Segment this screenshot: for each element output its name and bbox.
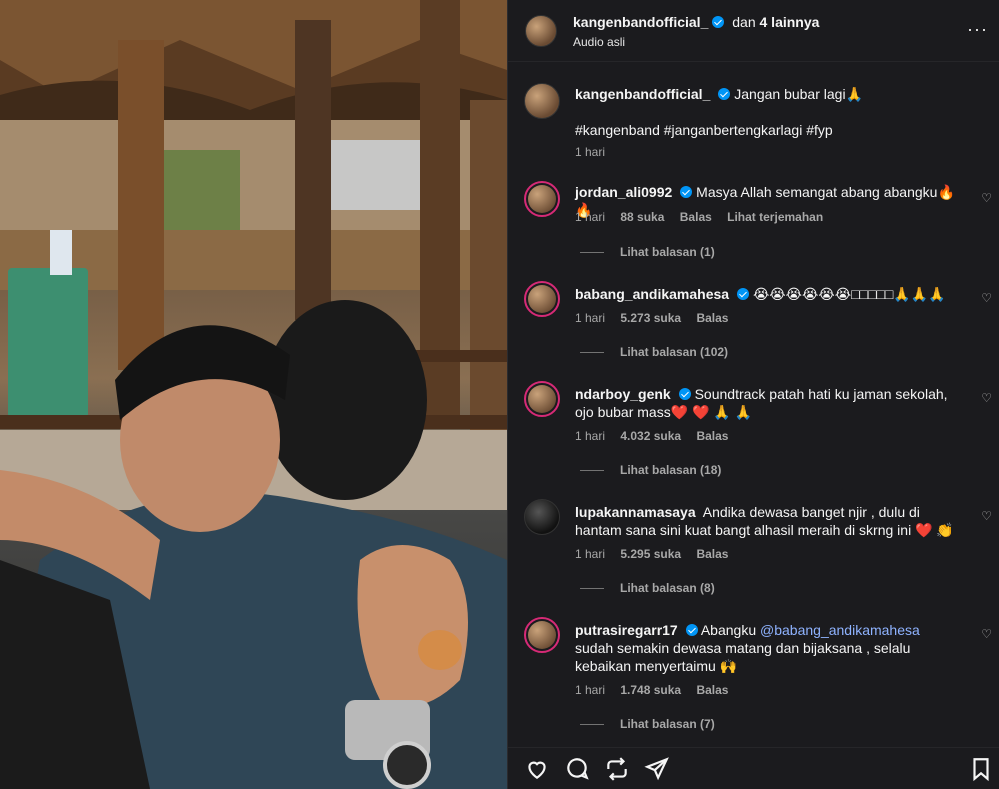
comment-time: 1 hari [575, 547, 606, 561]
commenter-avatar[interactable] [524, 617, 560, 653]
comment-meta: 1 hari 5.295 suka Balas [575, 547, 740, 561]
verified-badge-icon [680, 186, 693, 198]
reply-button[interactable]: Balas [696, 311, 728, 325]
comment-text-line: ndarboy_genk Soundtrack patah hati ku ja… [575, 385, 960, 421]
verified-badge-icon [737, 288, 750, 300]
coauthors-prefix: dan [732, 14, 756, 30]
comment-heart-icon[interactable]: ♡ [981, 509, 992, 523]
caption-time: 1 hari [575, 145, 606, 159]
verified-badge-icon [718, 88, 731, 100]
commenter-avatar[interactable] [524, 281, 560, 317]
comment-likes[interactable]: 5.295 suka [620, 547, 681, 561]
view-replies-button[interactable]: Lihat balasan (8) [580, 581, 715, 595]
comment-meta: 1 hari 4.032 suka Balas [575, 429, 740, 443]
comment-likes[interactable]: 1.748 suka [620, 683, 681, 697]
bookmark-icon[interactable] [968, 756, 994, 782]
comment-username[interactable]: babang_andikamahesa [575, 286, 729, 302]
view-replies-label: Lihat balasan (8) [620, 581, 715, 595]
author-avatar[interactable] [524, 83, 560, 119]
post-photo [0, 0, 507, 789]
caption-text-line: kangenbandofficial_ Jangan bubar lagi🙏 [575, 85, 960, 103]
caption-username[interactable]: kangenbandofficial_ [575, 86, 710, 102]
comment-heart-icon[interactable]: ♡ [981, 191, 992, 205]
comment-text: 😭😭😭😭😭😭□□□□□🙏🙏🙏 [752, 286, 946, 302]
verified-badge-icon [685, 624, 698, 636]
comment-time: 1 hari [575, 429, 606, 443]
reply-button[interactable]: Balas [696, 547, 728, 561]
comment-text-line: putrasiregarr17 Abangku @babang_andikama… [575, 621, 960, 675]
comment-text-line: babang_andikamahesa 😭😭😭😭😭😭□□□□□🙏🙏🙏 [575, 285, 960, 303]
post-actions-bar [508, 747, 999, 789]
comment-username[interactable]: jordan_ali0992 [575, 184, 672, 200]
comment-username[interactable]: lupakannamasaya [575, 504, 696, 520]
comment-username[interactable]: ndarboy_genk [575, 386, 671, 402]
post-media[interactable] [0, 0, 507, 789]
coauthors-more-link[interactable]: 4 lainnya [760, 14, 820, 30]
replies-divider [580, 724, 604, 726]
caption-hashtags[interactable]: #kangenband #janganbertengkarlagi #fyp [575, 121, 960, 139]
view-replies-label: Lihat balasan (7) [620, 717, 715, 731]
view-replies-button[interactable]: Lihat balasan (1) [580, 245, 715, 259]
view-replies-button[interactable]: Lihat balasan (102) [580, 345, 728, 359]
reply-button[interactable]: Balas [696, 683, 728, 697]
comment-text-before: Abangku [700, 622, 757, 638]
replies-divider [580, 470, 604, 472]
comment-meta: 1 hari 88 suka Balas Lihat terjemahan [575, 210, 835, 224]
author-username[interactable]: kangenbandofficial_ [573, 14, 708, 30]
caption-meta: 1 hari [575, 145, 617, 159]
view-replies-label: Lihat balasan (1) [620, 245, 715, 259]
caption-text: Jangan bubar lagi🙏 [734, 86, 863, 102]
comment-icon[interactable] [564, 756, 590, 782]
comment-meta: 1 hari 1.748 suka Balas [575, 683, 740, 697]
view-replies-label: Lihat balasan (18) [620, 463, 722, 477]
comment-mention-link[interactable]: @babang_andikamahesa [760, 622, 920, 638]
commenter-avatar[interactable] [524, 381, 560, 417]
translate-button[interactable]: Lihat terjemahan [727, 210, 823, 224]
more-horizontal-icon[interactable]: ··· [967, 20, 988, 38]
commenter-avatar[interactable] [524, 499, 560, 535]
replies-divider [580, 352, 604, 354]
comment-time: 1 hari [575, 210, 606, 224]
comment-time: 1 hari [575, 683, 606, 697]
repost-icon[interactable] [604, 756, 630, 782]
view-replies-label: Lihat balasan (102) [620, 345, 729, 359]
comment-heart-icon[interactable]: ♡ [981, 291, 992, 305]
view-replies-button[interactable]: Lihat balasan (18) [580, 463, 721, 477]
audio-label[interactable]: Audio asli [573, 35, 625, 49]
comment-likes[interactable]: 5.273 suka [620, 311, 681, 325]
reply-button[interactable]: Balas [680, 210, 712, 224]
comment-likes[interactable]: 4.032 suka [620, 429, 681, 443]
author-avatar[interactable] [525, 15, 557, 47]
commenter-avatar[interactable] [524, 181, 560, 217]
author-line: kangenbandofficial_ dan 4 lainnya [573, 14, 819, 30]
reply-button[interactable]: Balas [696, 429, 728, 443]
comment-heart-icon[interactable]: ♡ [981, 391, 992, 405]
post-header: kangenbandofficial_ dan 4 lainnya Audio … [508, 0, 999, 62]
send-icon[interactable] [644, 756, 670, 782]
comment-heart-icon[interactable]: ♡ [981, 627, 992, 641]
verified-badge-icon [712, 16, 725, 28]
comment-username[interactable]: putrasiregarr17 [575, 622, 678, 638]
replies-divider [580, 588, 604, 590]
verified-badge-icon [678, 388, 691, 400]
heart-icon[interactable] [524, 756, 550, 782]
comment-likes[interactable]: 88 suka [620, 210, 664, 224]
comment-time: 1 hari [575, 311, 606, 325]
comment-text-line: lupakannamasaya Andika dewasa banget nji… [575, 503, 960, 539]
view-replies-button[interactable]: Lihat balasan (7) [580, 717, 715, 731]
comment-meta: 1 hari 5.273 suka Balas [575, 311, 740, 325]
comment-text-after: sudah semakin dewasa matang dan bijaksan… [575, 640, 911, 674]
post-side-panel: kangenbandofficial_ dan 4 lainnya Audio … [507, 0, 999, 789]
replies-divider [580, 252, 604, 254]
